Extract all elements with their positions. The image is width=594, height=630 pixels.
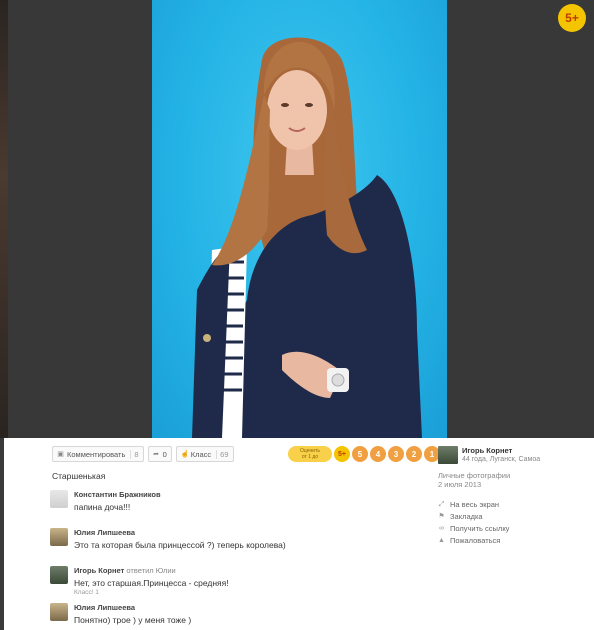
main-photo[interactable] (152, 0, 447, 438)
comment-button[interactable]: ▣ Комментировать 8 (52, 446, 144, 462)
author-name[interactable]: Юлия Липшеева (74, 528, 135, 537)
owner-name[interactable]: Игорь Корнет (462, 446, 512, 455)
photo-info-panel: ▣ Комментировать 8 ➦ 0 ☝ Класс 69 Оценит… (4, 438, 594, 630)
photo-actions: ▣ Комментировать 8 ➦ 0 ☝ Класс 69 (52, 446, 234, 462)
author-name[interactable]: Юлия Липшеева (74, 603, 135, 612)
like-label: Класс (190, 449, 212, 459)
rate-5plus-button[interactable]: 5+ (334, 446, 350, 462)
like-button[interactable]: ☝ Класс 69 (175, 446, 234, 462)
fullscreen-icon: ⤢ (438, 501, 445, 508)
comment-author[interactable]: Юлия Липшеева (74, 528, 135, 537)
comment-author[interactable]: Игорь Корнет ответил Юлии (74, 566, 176, 575)
rate-4-button[interactable]: 4 (370, 446, 386, 462)
author-name[interactable]: Игорь Корнет (74, 566, 124, 575)
get-link-label: Получить ссылку (450, 524, 510, 533)
rate-3-button[interactable]: 3 (388, 446, 404, 462)
report-link[interactable]: ▲ Пожаловаться (438, 536, 500, 545)
photo-viewer: 5+ ▣ Комментировать 8 ➦ 0 ☝ Класс 69 Оце… (0, 0, 594, 630)
comment-author[interactable]: Юлия Липшеева (74, 603, 135, 612)
author-name[interactable]: Константин Бражников (74, 490, 161, 499)
rate-5-button[interactable]: 5 (352, 446, 368, 462)
like-count: 69 (216, 449, 229, 459)
avatar[interactable] (50, 566, 68, 584)
share-button[interactable]: ➦ 0 (147, 446, 172, 462)
comment-text: Нет, это старшая.Принцесса - средняя! (74, 578, 229, 588)
get-link-link[interactable]: ∞ Получить ссылку (438, 524, 509, 533)
background-page-strip (0, 0, 8, 438)
bookmark-link[interactable]: ⚑ Закладка (438, 512, 483, 521)
avatar[interactable] (50, 528, 68, 546)
comment-label: Комментировать (67, 449, 126, 459)
fullscreen-label: На весь экран (450, 500, 500, 509)
owner-avatar[interactable] (438, 446, 458, 464)
comment-author[interactable]: Константин Бражников (74, 490, 161, 499)
bookmark-icon: ⚑ (438, 513, 445, 520)
rate-2-button[interactable]: 2 (406, 446, 422, 462)
photo-date: 2 июля 2013 (438, 480, 482, 489)
age-rating-badge: 5+ (558, 4, 586, 32)
album-link[interactable]: Личные фотографии (438, 471, 510, 480)
owner-info: 44 года, Луганск, Самоа (462, 456, 541, 463)
report-label: Пожаловаться (450, 536, 501, 545)
fullscreen-link[interactable]: ⤢ На весь экран (438, 500, 499, 509)
comment-like-count[interactable]: Класс! 1 (74, 589, 99, 596)
bookmark-label: Закладка (450, 512, 483, 521)
comment-text: Это та которая была принцессой ?) теперь… (74, 540, 286, 550)
avatar[interactable] (50, 490, 68, 508)
rate-label-line2: от 1 до (301, 454, 319, 460)
avatar[interactable] (50, 603, 68, 621)
link-icon: ∞ (439, 525, 444, 532)
share-icon: ➦ (153, 450, 159, 458)
comment-text: папина доча!!! (74, 502, 131, 512)
warning-icon: ▲ (438, 537, 445, 544)
photo-caption: Старшенькая (52, 471, 106, 481)
thumbs-up-icon: ☝ (180, 450, 190, 458)
photo-image (192, 37, 422, 438)
comment-text: Понятно) трое ) у меня тоже ) (74, 615, 192, 625)
reply-to-label: ответил Юлии (126, 566, 176, 575)
rate-label: Оценить от 1 до (288, 446, 332, 462)
share-count: 0 (162, 449, 167, 459)
rating-widget: Оценить от 1 до 5+ 5 4 3 2 1 (288, 446, 440, 462)
comment-count: 8 (130, 449, 139, 459)
comment-icon: ▣ (57, 450, 64, 458)
